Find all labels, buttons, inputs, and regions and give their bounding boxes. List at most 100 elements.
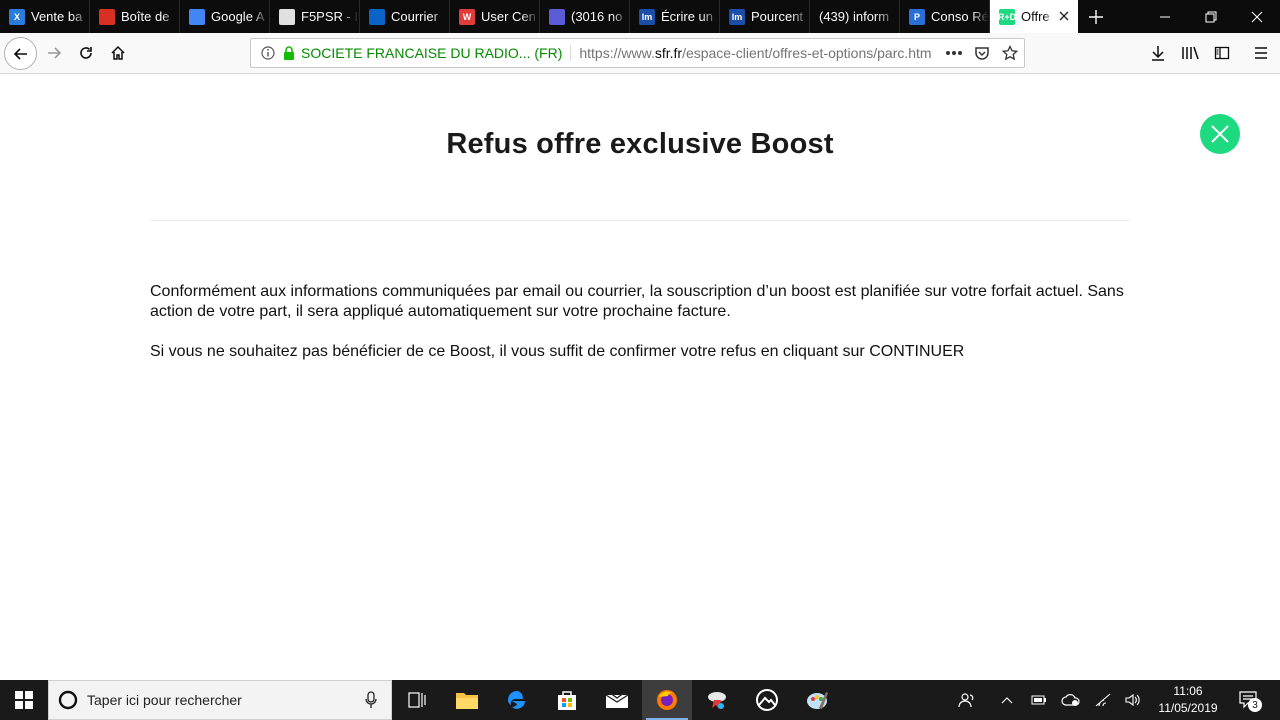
tab-label: Conso Ré bbox=[931, 9, 989, 24]
tab-label: F5PSR - I bbox=[301, 9, 359, 24]
menu-button[interactable] bbox=[1245, 37, 1277, 69]
tab-label: Vente ba bbox=[31, 9, 83, 24]
star-icon bbox=[1002, 45, 1018, 61]
tab-label: User Cen bbox=[481, 9, 536, 24]
tab-label: Google A bbox=[211, 9, 265, 24]
store-bag-icon bbox=[558, 691, 576, 710]
cloud-sync-icon bbox=[1061, 694, 1080, 706]
browser-tab[interactable]: lm Pourcent bbox=[720, 0, 810, 33]
browser-tab[interactable]: (439) inform bbox=[810, 0, 900, 33]
downloads-button[interactable] bbox=[1142, 37, 1174, 69]
battery-icon bbox=[1031, 695, 1046, 705]
system-clock[interactable]: 11:06 11/05/2019 bbox=[1148, 680, 1228, 720]
pocket-button[interactable] bbox=[968, 45, 996, 61]
restore-button[interactable] bbox=[1188, 0, 1234, 33]
file-explorer-button[interactable] bbox=[442, 680, 492, 720]
mountain-circle-icon bbox=[756, 689, 778, 711]
url-path: /espace-client/offres-et-options/parc.ht… bbox=[682, 45, 932, 61]
microphone-icon[interactable] bbox=[351, 691, 391, 709]
p-logo-icon: P bbox=[909, 8, 925, 25]
wifi-icon bbox=[1095, 693, 1111, 707]
bookmark-star-button[interactable] bbox=[996, 45, 1024, 61]
url-domain: sfr.fr bbox=[654, 45, 683, 61]
folder-icon bbox=[456, 693, 478, 709]
store-button[interactable] bbox=[542, 680, 592, 720]
page-icon bbox=[279, 8, 295, 25]
browser-tab[interactable]: R+D Offre bbox=[990, 0, 1078, 33]
tab-label: Courrier bbox=[391, 9, 438, 24]
info-paragraph: Conformément aux informations communiqué… bbox=[150, 283, 1124, 320]
task-view-button[interactable] bbox=[392, 680, 442, 720]
plus-icon bbox=[1089, 9, 1103, 24]
mushroom-icon bbox=[708, 692, 726, 709]
tab-strip: X Vente ba Boîte de Google A F5PSR - I Courri… bbox=[0, 0, 1280, 33]
volume-tray-icon[interactable] bbox=[1120, 680, 1146, 720]
taskbar-search-box[interactable]: Taper ici pour rechercher bbox=[48, 680, 392, 720]
browser-tab[interactable]: lm Écrire un bbox=[630, 0, 720, 33]
new-tab-button[interactable] bbox=[1078, 0, 1114, 33]
show-hidden-icons-button[interactable] bbox=[994, 680, 1020, 720]
close-modal-button[interactable] bbox=[1200, 114, 1240, 154]
gmail-icon bbox=[99, 8, 115, 25]
library-button[interactable] bbox=[1174, 37, 1206, 69]
w-logo-icon: W bbox=[459, 8, 475, 25]
sidebar-icon bbox=[1214, 46, 1230, 60]
onedrive-tray-icon[interactable] bbox=[1058, 680, 1084, 720]
action-center-button[interactable]: 3 bbox=[1234, 680, 1264, 720]
people-button[interactable] bbox=[952, 680, 982, 720]
minimize-button[interactable] bbox=[1142, 0, 1188, 33]
browser-tab[interactable]: Courrier bbox=[360, 0, 450, 33]
more-dots-icon bbox=[946, 51, 962, 55]
notification-count-badge: 3 bbox=[1248, 698, 1262, 712]
back-arrow-icon bbox=[13, 47, 27, 60]
edge-button[interactable] bbox=[492, 680, 542, 720]
firefox-icon bbox=[657, 690, 677, 710]
app-launcher-button[interactable] bbox=[742, 680, 792, 720]
browser-tab[interactable]: (3016 no bbox=[540, 0, 630, 33]
tab-close-icon[interactable] bbox=[1054, 8, 1074, 26]
battery-tray-icon[interactable] bbox=[1026, 680, 1052, 720]
cortana-icon bbox=[49, 689, 87, 711]
firefox-button[interactable] bbox=[642, 680, 692, 720]
browser-tab[interactable]: W User Cen bbox=[450, 0, 540, 33]
site-identity-label: SOCIETE FRANCAISE DU RADIO... (FR) bbox=[301, 45, 572, 61]
home-button[interactable] bbox=[102, 37, 134, 69]
start-button[interactable] bbox=[0, 680, 48, 720]
outlook-icon bbox=[369, 8, 385, 25]
window-close-icon bbox=[1251, 11, 1263, 22]
browser-tab[interactable]: Google A bbox=[180, 0, 270, 33]
taskbar: Taper ici pour rechercher 11:06 11/05/20… bbox=[0, 680, 1280, 720]
site-info-icon[interactable] bbox=[255, 46, 281, 60]
download-icon bbox=[1152, 46, 1164, 61]
browser-tab[interactable]: F5PSR - I bbox=[270, 0, 360, 33]
reload-icon bbox=[80, 47, 92, 59]
tab-label: Boîte de bbox=[121, 9, 170, 24]
browser-tab[interactable]: X Vente ba bbox=[0, 0, 90, 33]
calendar-icon bbox=[189, 8, 205, 25]
lock-icon bbox=[281, 46, 297, 60]
browser-tab[interactable]: Boîte de bbox=[90, 0, 180, 33]
chevron-up-icon bbox=[1001, 697, 1013, 704]
navigation-bar: SOCIETE FRANCAISE DU RADIO... (FR) https… bbox=[0, 33, 1280, 74]
browser-tab[interactable]: P Conso Ré bbox=[900, 0, 990, 33]
restore-icon bbox=[1205, 11, 1217, 22]
reload-button[interactable] bbox=[70, 37, 102, 69]
paint-palette-button[interactable] bbox=[792, 680, 842, 720]
x-logo-icon: X bbox=[9, 8, 25, 25]
paint-app-button[interactable] bbox=[692, 680, 742, 720]
page-title: Refus offre exclusive Boost bbox=[446, 128, 834, 160]
window-close-button[interactable] bbox=[1234, 0, 1280, 33]
forward-button[interactable] bbox=[38, 37, 70, 69]
back-button[interactable] bbox=[4, 37, 37, 70]
url-prefix: https://www. bbox=[579, 45, 655, 61]
url-text[interactable]: https://www.sfr.fr/espace-client/offres-… bbox=[571, 45, 940, 61]
network-tray-icon[interactable] bbox=[1090, 680, 1116, 720]
search-placeholder: Taper ici pour rechercher bbox=[87, 692, 242, 708]
edge-icon bbox=[508, 691, 525, 709]
mail-app-button[interactable] bbox=[592, 680, 642, 720]
address-bar[interactable]: SOCIETE FRANCAISE DU RADIO... (FR) https… bbox=[250, 38, 1025, 68]
sidebar-button[interactable] bbox=[1206, 37, 1238, 69]
page-actions-button[interactable] bbox=[940, 50, 968, 56]
rd-logo-icon: R+D bbox=[998, 8, 1016, 25]
forward-arrow-icon bbox=[48, 47, 62, 59]
